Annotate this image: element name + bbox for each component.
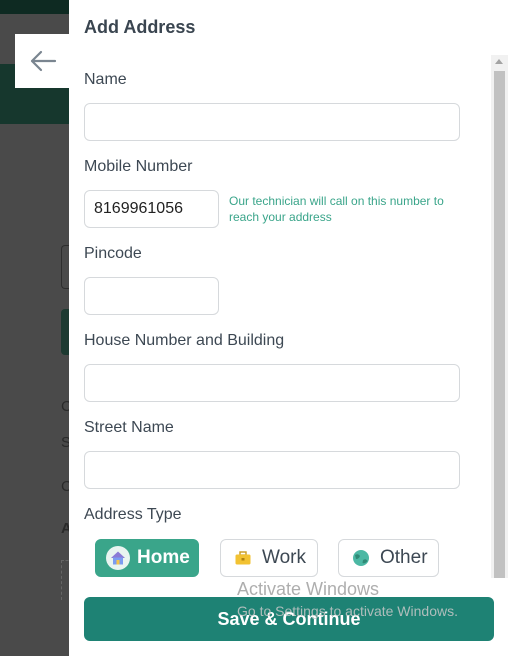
house-number-input[interactable]: [84, 364, 460, 402]
other-label: Other: [380, 547, 428, 568]
add-address-panel: Add Address Name Mobile Number Our techn…: [69, 0, 511, 656]
address-type-work-button[interactable]: Work: [220, 539, 318, 577]
mobile-number-input[interactable]: [84, 190, 219, 228]
panel-title: Add Address: [84, 17, 196, 37]
name-input[interactable]: [84, 103, 460, 141]
globe-icon: [349, 546, 373, 570]
work-label: Work: [262, 547, 306, 568]
address-type-label: Address Type: [84, 506, 182, 523]
mobile-number-hint: Our technician will call on this number …: [229, 194, 444, 224]
pincode-label: Pincode: [84, 245, 142, 262]
name-label: Name: [84, 71, 127, 88]
activate-windows-title: Activate Windows: [237, 579, 380, 599]
street-name-label: Street Name: [84, 419, 174, 436]
house-number-label: House Number and Building: [84, 332, 285, 349]
activate-windows-subtitle: Go to Settings to activate Windows.: [237, 603, 458, 619]
scrollbar[interactable]: [491, 55, 508, 578]
arrow-left-icon: [30, 50, 57, 72]
street-name-input[interactable]: [84, 451, 460, 489]
address-type-home-button[interactable]: Home: [95, 539, 199, 577]
briefcase-icon: [231, 546, 255, 570]
scroll-up-arrow-icon[interactable]: [495, 59, 503, 64]
pincode-input[interactable]: [84, 277, 219, 315]
back-button[interactable]: [15, 34, 71, 88]
home-icon: [106, 546, 130, 570]
address-type-other-button[interactable]: Other: [338, 539, 439, 577]
home-label: Home: [137, 547, 190, 568]
scrollbar-thumb[interactable]: [494, 71, 505, 578]
mobile-number-label: Mobile Number: [84, 158, 193, 175]
